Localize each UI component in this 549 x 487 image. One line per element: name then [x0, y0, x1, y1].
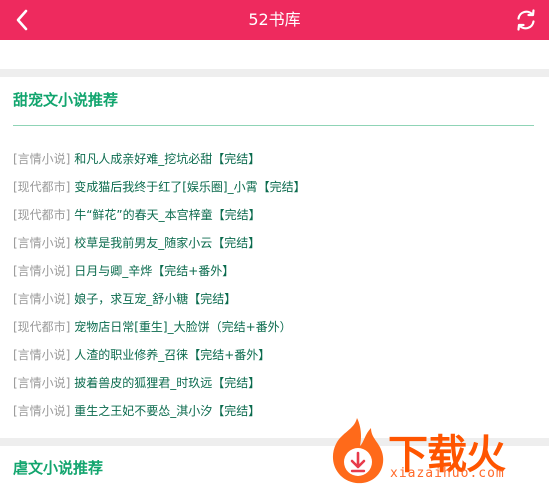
book-category: [现代都市] — [13, 180, 71, 194]
refresh-button[interactable] — [513, 7, 539, 33]
flame-download-icon — [332, 418, 384, 484]
page-title: 52书库 — [248, 10, 301, 29]
book-title-link[interactable]: 披着兽皮的狐狸君_时玖远【完结】 — [74, 376, 260, 390]
watermark-domain: xiazaihuo.com — [390, 466, 505, 481]
book-title-link[interactable]: 校草是我前男友_随家小云【完结】 — [74, 236, 260, 250]
divider — [13, 125, 534, 126]
book-category: [现代都市] — [13, 208, 71, 222]
book-category: [言情小说] — [13, 292, 71, 306]
section-separator — [0, 69, 549, 77]
book-category: [言情小说] — [13, 348, 71, 362]
watermark-logo: 下载火 xiazaihuo.com — [322, 414, 549, 487]
book-item[interactable]: [言情小说] 和凡人成亲好难_挖坑必甜【完结】 — [13, 145, 543, 173]
book-list: [言情小说] 和凡人成亲好难_挖坑必甜【完结】 [现代都市] 变成猫后我终于红了… — [13, 145, 543, 425]
book-item[interactable]: [言情小说] 日月与卿_辛烨【完结+番外】 — [13, 257, 543, 285]
book-title-link[interactable]: 重生之王妃不要怂_淇小汐【完结】 — [74, 404, 260, 418]
book-item[interactable]: [言情小说] 人渣的职业修养_召徕【完结+番外】 — [13, 341, 543, 369]
book-item[interactable]: [现代都市] 宠物店日常[重生]_大脸饼（完结+番外） — [13, 313, 543, 341]
section-heading-sweet: 甜宠文小说推荐 — [13, 91, 119, 109]
book-title-link[interactable]: 日月与卿_辛烨【完结+番外】 — [74, 264, 234, 278]
book-title-link[interactable]: 娘子，求互宠_舒小糖【完结】 — [74, 292, 236, 306]
book-item[interactable]: [言情小说] 披着兽皮的狐狸君_时玖远【完结】 — [13, 369, 543, 397]
refresh-icon — [517, 9, 535, 31]
book-category: [言情小说] — [13, 404, 71, 418]
book-item[interactable]: [言情小说] 校草是我前男友_随家小云【完结】 — [13, 229, 543, 257]
book-category: [言情小说] — [13, 152, 71, 166]
section-heading-sad: 虐文小说推荐 — [13, 459, 104, 477]
book-title-link[interactable]: 宠物店日常[重生]_大脸饼（完结+番外） — [74, 320, 291, 334]
book-category: [现代都市] — [13, 320, 71, 334]
book-category: [言情小说] — [13, 236, 71, 250]
book-category: [言情小说] — [13, 376, 71, 390]
book-title-link[interactable]: 变成猫后我终于红了[娱乐圈]_小霄【完结】 — [74, 180, 305, 194]
book-item[interactable]: [言情小说] 娘子，求互宠_舒小糖【完结】 — [13, 285, 543, 313]
book-title-link[interactable]: 牛“鲜花”的春天_本宫梓童【完结】 — [74, 208, 260, 222]
book-title-link[interactable]: 和凡人成亲好难_挖坑必甜【完结】 — [74, 152, 260, 166]
book-category: [言情小说] — [13, 264, 71, 278]
top-bar: 52书库 — [0, 0, 549, 40]
book-item[interactable]: [现代都市] 变成猫后我终于红了[娱乐圈]_小霄【完结】 — [13, 173, 543, 201]
book-item[interactable]: [现代都市] 牛“鲜花”的春天_本宫梓童【完结】 — [13, 201, 543, 229]
book-title-link[interactable]: 人渣的职业修养_召徕【完结+番外】 — [74, 348, 270, 362]
